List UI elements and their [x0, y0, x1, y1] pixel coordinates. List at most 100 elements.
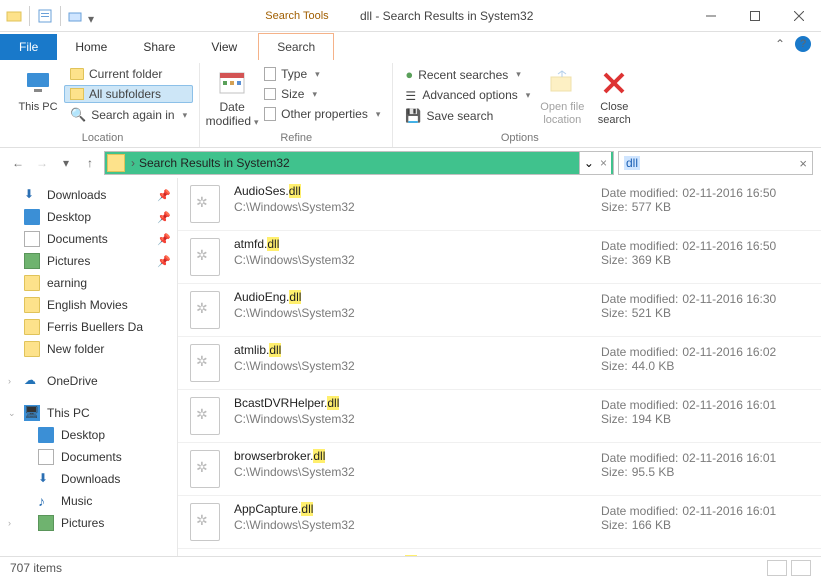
current-folder-button[interactable]: Current folder — [64, 65, 193, 83]
folder-icon — [24, 319, 40, 335]
search-again-in-button[interactable]: 🔍Search again in — [64, 105, 193, 125]
navigation-pane[interactable]: ⬇Downloads📌Desktop📌Documents📌Pictures📌ea… — [0, 178, 178, 556]
results-list[interactable]: AudioSes.dll C:\Windows\System32 Date mo… — [178, 178, 821, 556]
pic-icon — [24, 253, 40, 269]
address-row: ← → ▾ ↑ › Search Results in System32 ⌄ ×… — [0, 148, 821, 178]
nav-item[interactable]: ⬇Downloads — [0, 468, 177, 490]
date-modified-label: Date modified — [206, 99, 259, 129]
file-meta: Date modified:02-11-2016 16:30 Size:521 … — [601, 290, 811, 330]
size-button[interactable]: Size — [258, 85, 386, 103]
expand-icon[interactable]: ⌄ — [8, 408, 16, 419]
nav-item[interactable]: ⬇Downloads📌 — [0, 184, 177, 206]
close-icon — [598, 67, 630, 99]
other-properties-button[interactable]: Other properties — [258, 105, 386, 123]
pin-icon: 📌 — [157, 255, 171, 268]
search-box[interactable]: dll × — [618, 151, 813, 175]
folder-icon — [70, 68, 84, 80]
clear-search-icon[interactable]: × — [799, 156, 807, 171]
recent-icon: ● — [405, 67, 413, 82]
nav-item[interactable]: ›Pictures — [0, 512, 177, 534]
close-search-button[interactable]: Close search — [588, 63, 640, 126]
ribbon-collapse-icon[interactable]: ⌃ — [775, 37, 785, 51]
view-switcher — [767, 560, 811, 576]
nav-item[interactable]: earning — [0, 272, 177, 294]
result-row[interactable]: BcastDVRHelper.dll C:\Windows\System32 D… — [178, 390, 821, 443]
address-bar[interactable]: › Search Results in System32 ⌄ × — [104, 151, 614, 175]
nav-item-label: Downloads — [47, 188, 106, 202]
type-button[interactable]: Type — [258, 65, 386, 83]
nav-item[interactable]: Ferris Buellers Da — [0, 316, 177, 338]
qat-dropdown-icon[interactable]: ▾ — [88, 12, 96, 20]
nav-item-label: Documents — [47, 232, 108, 246]
recent-locations-button[interactable]: ▾ — [56, 153, 76, 173]
expand-icon[interactable]: › — [8, 518, 11, 528]
save-icon: 💾 — [405, 108, 421, 124]
tab-search[interactable]: Search — [258, 33, 334, 60]
this-pc-button[interactable]: This PC — [12, 63, 64, 114]
date-modified-button[interactable]: Date modified — [206, 63, 258, 129]
icons-view-button[interactable] — [791, 560, 811, 576]
ribbon: This PC Current folder All subfolders 🔍S… — [0, 60, 821, 148]
nav-item-label: Desktop — [61, 428, 105, 442]
save-search-label: Save search — [427, 109, 494, 123]
details-view-button[interactable] — [767, 560, 787, 576]
result-row[interactable]: AudioSes.dll C:\Windows\System32 Date mo… — [178, 178, 821, 231]
result-row[interactable]: atmfd.dll C:\Windows\System32 Date modif… — [178, 231, 821, 284]
chevron-right-icon[interactable]: › — [131, 156, 135, 170]
nav-item-label: Downloads — [61, 472, 120, 486]
nav-item[interactable]: English Movies — [0, 294, 177, 316]
file-name: AppCapture.dll — [234, 502, 601, 516]
file-name: BcastDVRHelper.dll — [234, 396, 601, 410]
tab-share[interactable]: Share — [125, 34, 193, 60]
ribbon-help: ⌃ ? — [775, 36, 811, 52]
all-subfolders-button[interactable]: All subfolders — [64, 85, 193, 103]
new-folder-icon[interactable] — [68, 8, 84, 24]
result-row[interactable]: AppCapture.dll C:\Windows\System32 Date … — [178, 496, 821, 549]
address-dropdown-icon[interactable]: ⌄ — [584, 156, 594, 170]
result-row[interactable]: browserbroker.dll C:\Windows\System32 Da… — [178, 443, 821, 496]
recent-searches-button[interactable]: ●Recent searches — [399, 65, 536, 84]
file-name: atmfd.dll — [234, 237, 601, 251]
file-meta: Date modified:02-11-2016 16:50 Size:577 … — [601, 184, 811, 224]
result-row[interactable]: ACPBackgroundManagerPolicy.dll C:\Window… — [178, 549, 821, 556]
nav-item[interactable]: Documents — [0, 446, 177, 468]
nav-item[interactable]: ›☁OneDrive — [0, 370, 177, 392]
save-search-button[interactable]: 💾 Save search — [399, 106, 536, 126]
tab-file[interactable]: File — [0, 34, 57, 60]
nav-item[interactable]: Pictures📌 — [0, 250, 177, 272]
expand-icon[interactable]: › — [8, 376, 11, 386]
tab-home[interactable]: Home — [57, 34, 125, 60]
file-icon — [188, 502, 222, 542]
tab-view[interactable]: View — [193, 34, 255, 60]
type-label: Type — [281, 67, 307, 81]
close-button[interactable] — [777, 1, 821, 31]
up-button[interactable]: ↑ — [80, 153, 100, 173]
help-icon[interactable]: ? — [795, 36, 811, 52]
forward-button[interactable]: → — [32, 153, 52, 173]
properties-icon[interactable] — [37, 8, 53, 24]
nav-item[interactable]: ⌄🖥This PC — [0, 402, 177, 424]
desk-icon — [38, 427, 54, 443]
maximize-button[interactable] — [733, 1, 777, 31]
nav-item[interactable]: Documents📌 — [0, 228, 177, 250]
back-button[interactable]: ← — [8, 153, 28, 173]
refresh-icon[interactable]: × — [600, 156, 607, 170]
nav-item[interactable]: ♪Music — [0, 490, 177, 512]
ribbon-tabs: File Home Share View Search ⌃ ? — [0, 32, 821, 60]
close-search-label: Close search — [588, 99, 640, 126]
ribbon-group-refine: Date modified Type Size Other properties… — [200, 63, 393, 147]
folder-icon — [24, 297, 40, 313]
file-icon — [188, 237, 222, 277]
contextual-tab-label: Search Tools — [252, 10, 342, 22]
result-row[interactable]: atmlib.dll C:\Windows\System32 Date modi… — [178, 337, 821, 390]
nav-item[interactable]: New folder — [0, 338, 177, 360]
minimize-button[interactable] — [689, 1, 733, 31]
result-row[interactable]: AudioEng.dll C:\Windows\System32 Date mo… — [178, 284, 821, 337]
window-controls — [689, 1, 821, 31]
advanced-options-button[interactable]: ☰Advanced options — [399, 86, 536, 104]
nav-item[interactable]: Desktop📌 — [0, 206, 177, 228]
quick-access-toolbar: ▾ — [0, 6, 102, 26]
group-options-label: Options — [501, 132, 539, 147]
nav-item[interactable]: Desktop — [0, 424, 177, 446]
open-location-label: Open file location — [536, 99, 588, 126]
